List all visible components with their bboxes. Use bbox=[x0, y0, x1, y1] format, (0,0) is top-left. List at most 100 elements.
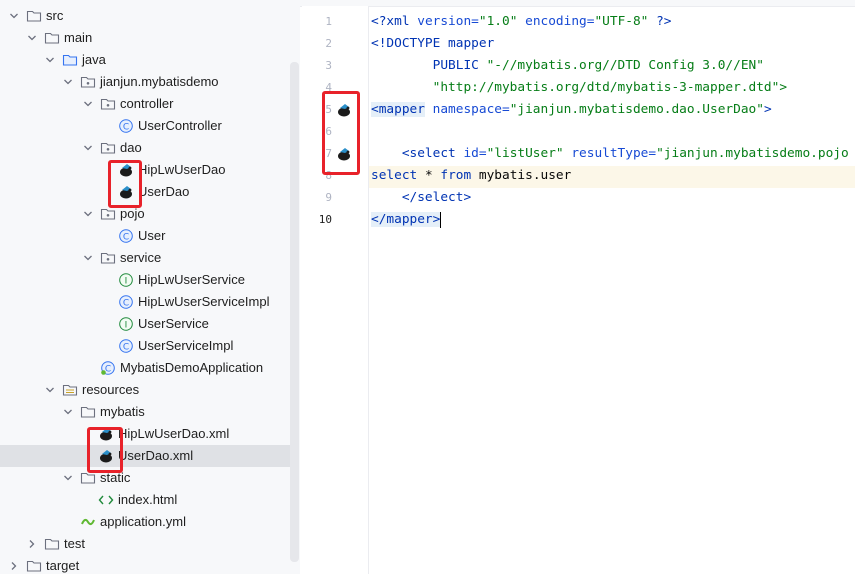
tree-item-index-html[interactable]: index.html bbox=[0, 489, 300, 511]
tree-item-label: controller bbox=[120, 96, 174, 111]
tree-item-controller[interactable]: controller bbox=[0, 93, 300, 115]
tree-item-userserviceimpl[interactable]: C UserServiceImpl bbox=[0, 335, 300, 357]
tree-item-hiplwuserdao[interactable]: HipLwUserDao bbox=[0, 159, 300, 181]
folder-icon bbox=[26, 8, 42, 24]
folder-icon bbox=[44, 536, 60, 552]
tree-item-src[interactable]: src bbox=[0, 6, 300, 27]
tree-item-label: UserDao.xml bbox=[118, 448, 194, 463]
tree-item-java[interactable]: java bbox=[0, 49, 300, 71]
line-number: 3 bbox=[325, 59, 332, 72]
chevron-down-icon[interactable] bbox=[62, 401, 74, 423]
html-icon bbox=[98, 492, 114, 508]
tree-item-userdao-xml[interactable]: UserDao.xml bbox=[0, 445, 290, 467]
chevron-down-icon[interactable] bbox=[44, 49, 56, 71]
line-number: 2 bbox=[325, 37, 332, 50]
tree-item-label: target bbox=[46, 558, 80, 573]
chevron-right-icon[interactable] bbox=[8, 555, 20, 574]
tree-item-package[interactable]: jianjun.mybatisdemo bbox=[0, 71, 300, 93]
tree-item-dao[interactable]: dao bbox=[0, 137, 300, 159]
tree-item-label: resources bbox=[82, 382, 140, 397]
folder-icon bbox=[80, 404, 96, 420]
svg-text:C: C bbox=[123, 342, 129, 352]
tree-item-label: UserDao bbox=[138, 184, 190, 199]
package-icon bbox=[100, 96, 116, 112]
code-line-5[interactable]: <mapper namespace="jianjun.mybatisdemo.d… bbox=[371, 99, 772, 121]
tree-item-label: mybatis bbox=[100, 404, 145, 419]
code-line-9[interactable]: </select> bbox=[371, 187, 471, 209]
class-icon: C bbox=[118, 338, 134, 354]
tree-item-pojo[interactable]: pojo bbox=[0, 203, 300, 225]
svg-text:C: C bbox=[123, 232, 129, 242]
chevron-down-icon[interactable] bbox=[82, 93, 94, 115]
package-icon bbox=[100, 206, 116, 222]
tree-item-label: application.yml bbox=[100, 514, 186, 529]
chevron-down-icon[interactable] bbox=[26, 27, 38, 49]
tree-item-service[interactable]: service bbox=[0, 247, 300, 269]
chevron-down-icon[interactable] bbox=[62, 71, 74, 93]
resources-folder-icon bbox=[62, 382, 78, 398]
chevron-down-icon[interactable] bbox=[82, 247, 94, 269]
tree-item-label: HipLwUserService bbox=[138, 272, 245, 287]
tree-item-hiplwuserdao-xml[interactable]: HipLwUserDao.xml bbox=[0, 423, 300, 445]
tree-item-label: test bbox=[64, 536, 85, 551]
tree-item-usercontroller[interactable]: C UserController bbox=[0, 115, 300, 137]
tree-item-label: index.html bbox=[118, 492, 178, 507]
tree-item-mybatis[interactable]: mybatis bbox=[0, 401, 300, 423]
chevron-down-icon[interactable] bbox=[82, 137, 94, 159]
tree-item-hiplwuserservice[interactable]: I HipLwUserService bbox=[0, 269, 300, 291]
code-line-7[interactable]: <select id="listUser" resultType="jianju… bbox=[371, 143, 849, 165]
tree-scrollbar[interactable] bbox=[290, 62, 299, 562]
interface-icon: I bbox=[118, 316, 134, 332]
tree-item-test[interactable]: test bbox=[0, 533, 300, 555]
project-tree: src main java jianjun.mybatisdemo controller… bbox=[0, 6, 300, 574]
svg-text:I: I bbox=[125, 320, 128, 330]
tree-item-application-yml[interactable]: application.yml bbox=[0, 511, 300, 533]
text-caret bbox=[440, 211, 442, 228]
chevron-right-icon[interactable] bbox=[26, 533, 38, 555]
tree-item-label: dao bbox=[120, 140, 142, 155]
tree-highlight-box bbox=[108, 160, 142, 208]
chevron-down-icon[interactable] bbox=[82, 203, 94, 225]
tree-item-static[interactable]: static bbox=[0, 467, 300, 489]
chevron-down-icon[interactable] bbox=[62, 467, 74, 489]
tree-item-label: service bbox=[120, 250, 162, 265]
code-line-2[interactable]: <!DOCTYPE mapper bbox=[371, 33, 494, 55]
tree-highlight-box bbox=[87, 427, 123, 473]
class-icon: C bbox=[118, 294, 134, 310]
svg-text:C: C bbox=[123, 298, 129, 308]
tree-item-label: HipLwUserDao bbox=[138, 162, 226, 177]
svg-text:C: C bbox=[105, 364, 111, 374]
code-line-3[interactable]: PUBLIC "-//mybatis.org//DTD Config 3.0//… bbox=[371, 55, 764, 77]
tree-item-label: UserServiceImpl bbox=[138, 338, 234, 353]
tree-item-target[interactable]: target bbox=[0, 555, 300, 574]
tree-item-label: jianjun.mybatisdemo bbox=[100, 74, 219, 89]
code-line-4[interactable]: "http://mybatis.org/dtd/mybatis-3-mapper… bbox=[371, 77, 787, 99]
svg-text:I: I bbox=[125, 276, 128, 286]
line-number: 9 bbox=[325, 191, 332, 204]
chevron-down-icon[interactable] bbox=[44, 379, 56, 401]
svg-text:C: C bbox=[123, 122, 129, 132]
tree-item-label: src bbox=[46, 8, 64, 23]
tree-item-mybatisdemoapplication[interactable]: C MybatisDemoApplication bbox=[0, 357, 300, 379]
tree-item-main[interactable]: main bbox=[0, 27, 300, 49]
tree-item-userdao[interactable]: UserDao bbox=[0, 181, 300, 203]
tree-item-label: main bbox=[64, 30, 93, 45]
code-line-8[interactable]: select * from mybatis.user bbox=[371, 165, 571, 187]
chevron-down-icon[interactable] bbox=[8, 6, 20, 27]
class-icon: C bbox=[118, 118, 134, 134]
code-line-1[interactable]: <?xml version="1.0" encoding="UTF-8" ?> bbox=[371, 11, 672, 33]
gutter-highlight-box bbox=[322, 91, 360, 175]
tree-item-userservice[interactable]: I UserService bbox=[0, 313, 300, 335]
class-icon: C bbox=[118, 228, 134, 244]
tree-item-hiplwuserserviceimpl[interactable]: C HipLwUserServiceImpl bbox=[0, 291, 300, 313]
tree-item-user[interactable]: C User bbox=[0, 225, 300, 247]
code-line-10[interactable]: </mapper> bbox=[371, 209, 442, 231]
package-icon bbox=[100, 250, 116, 266]
tree-item-label: UserService bbox=[138, 316, 209, 331]
tree-item-resources[interactable]: resources bbox=[0, 379, 300, 401]
tree-item-label: MybatisDemoApplication bbox=[120, 360, 264, 375]
interface-icon: I bbox=[118, 272, 134, 288]
package-icon bbox=[80, 74, 96, 90]
source-folder-icon bbox=[62, 52, 78, 68]
tree-item-label: User bbox=[138, 228, 166, 243]
